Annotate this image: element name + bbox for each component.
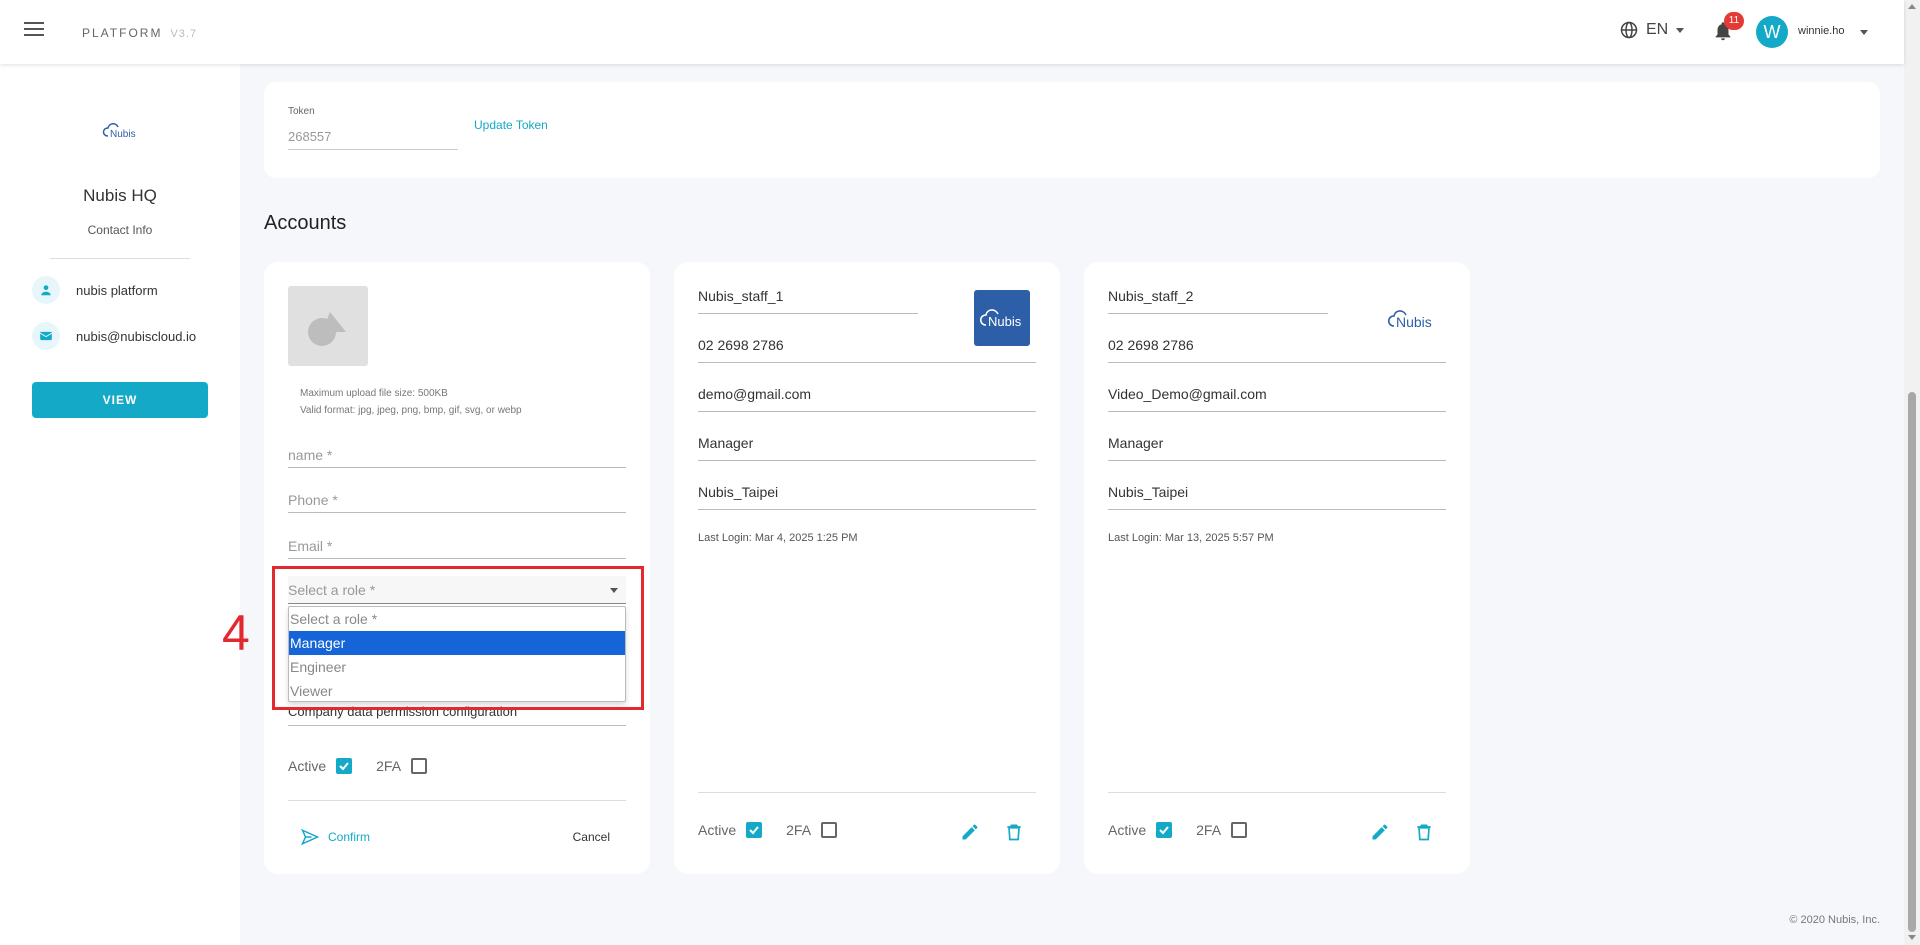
role-option[interactable]: Engineer: [289, 655, 625, 679]
contact-email-row: nubis@nubiscloud.io: [32, 322, 196, 350]
twofa-checkbox[interactable]: [1231, 822, 1248, 838]
phone-input[interactable]: [288, 487, 626, 513]
brand: PLATFORM V3.7: [82, 26, 198, 40]
account-email[interactable]: demo@gmail.com: [698, 386, 1036, 412]
account-card: Nubis_staff_2 Nubis 02 2698 2786 Video_D…: [1084, 262, 1470, 874]
footer-copyright: © 2020 Nubis, Inc.: [1789, 914, 1880, 926]
last-login: Last Login: Mar 4, 2025 1:25 PM: [698, 532, 858, 544]
role-option[interactable]: Select a role *: [289, 607, 625, 631]
notification-badge: 11: [1724, 12, 1744, 30]
account-role[interactable]: Manager: [1108, 435, 1446, 461]
account-card: Nubis_staff_1 Nubis 02 2698 2786 demo@gm…: [674, 262, 1060, 874]
token-label: Token: [288, 106, 315, 117]
twofa-checkbox[interactable]: [411, 758, 428, 774]
trash-icon[interactable]: [1414, 822, 1434, 842]
account-location[interactable]: Nubis_Taipei: [1108, 484, 1446, 510]
company-logo: Nubis: [102, 123, 136, 140]
contact-name: nubis platform: [76, 282, 158, 298]
twofa-label: 2FA: [786, 822, 812, 838]
scroll-up-arrow-icon[interactable]: [1908, 4, 1916, 9]
language-selector[interactable]: EN: [1620, 21, 1685, 39]
edit-icon[interactable]: [960, 822, 980, 842]
annotation-step-number: 4: [222, 605, 250, 661]
globe-icon: [1620, 21, 1638, 39]
account-phone[interactable]: 02 2698 2786: [698, 337, 1036, 363]
last-login: Last Login: Mar 13, 2025 5:57 PM: [1108, 532, 1274, 544]
token-card: Token Update Token: [264, 82, 1880, 178]
upload-format-hint: Valid format: jpg, jpeg, png, bmp, gif, …: [300, 405, 522, 416]
account-role[interactable]: Manager: [698, 435, 1036, 461]
top-bar: PLATFORM V3.7 EN 11 W winnie.ho: [0, 0, 1904, 64]
check-icon: [749, 826, 759, 835]
active-label: Active: [698, 822, 737, 838]
mail-icon: [32, 322, 60, 350]
account-logo-text: Nubis: [1396, 314, 1432, 330]
upload-size-hint: Maximum upload file size: 500KB: [300, 388, 448, 399]
divider: [288, 800, 626, 801]
company-name: Nubis HQ: [83, 186, 157, 205]
new-account-card: Maximum upload file size: 500KB Valid fo…: [264, 262, 650, 874]
language-label: EN: [1646, 21, 1669, 38]
check-icon: [339, 762, 349, 771]
check-icon: [1159, 826, 1169, 835]
status-checkboxes: Active 2FA: [698, 822, 861, 838]
email-input[interactable]: [288, 533, 626, 559]
active-label: Active: [1108, 822, 1147, 838]
update-token-button[interactable]: Update Token: [474, 118, 548, 132]
scroll-down-arrow-icon[interactable]: [1908, 935, 1916, 940]
account-email[interactable]: Video_Demo@gmail.com: [1108, 386, 1446, 412]
confirm-button[interactable]: Confirm: [300, 828, 370, 846]
divider: [698, 792, 1036, 793]
divider: [1108, 792, 1446, 793]
role-option[interactable]: Viewer: [289, 679, 625, 703]
twofa-checkbox[interactable]: [821, 822, 838, 838]
trash-icon[interactable]: [1004, 822, 1024, 842]
divider: [50, 258, 190, 259]
role-dropdown: Select a role * Manager Engineer Viewer: [288, 606, 626, 702]
role-select-value: Select a role *: [288, 582, 376, 598]
company-permission-field[interactable]: Company data permission configuration: [288, 704, 626, 726]
person-icon: [32, 276, 60, 304]
name-input[interactable]: [288, 442, 626, 468]
account-phone[interactable]: 02 2698 2786: [1108, 337, 1446, 363]
active-checkbox[interactable]: [1156, 822, 1173, 838]
role-select[interactable]: Select a role *: [288, 576, 626, 604]
role-option-selected[interactable]: Manager: [289, 631, 625, 655]
user-menu-chevron-icon[interactable]: [1860, 30, 1868, 35]
active-checkbox[interactable]: [746, 822, 763, 838]
edit-icon[interactable]: [1370, 822, 1390, 842]
chevron-down-icon: [610, 588, 618, 593]
confirm-label: Confirm: [328, 830, 371, 844]
token-input[interactable]: [288, 124, 458, 150]
username[interactable]: winnie.ho: [1798, 25, 1844, 37]
avatar[interactable]: W: [1756, 16, 1788, 48]
accounts-title: Accounts: [264, 212, 347, 234]
status-checkboxes: Active 2FA: [1108, 822, 1271, 838]
scrollbar[interactable]: [1904, 0, 1920, 945]
active-checkbox[interactable]: [336, 758, 353, 774]
account-name[interactable]: Nubis_staff_1: [698, 288, 918, 314]
status-checkboxes: Active 2FA: [288, 758, 451, 774]
scroll-thumb[interactable]: [1908, 392, 1916, 932]
active-label: Active: [288, 758, 327, 774]
account-logo: Nubis: [1387, 310, 1432, 330]
cancel-button[interactable]: Cancel: [573, 830, 610, 844]
version-label: V3.7: [170, 28, 198, 40]
company-logo-text: Nubis: [110, 129, 136, 140]
account-location[interactable]: Nubis_Taipei: [698, 484, 1036, 510]
twofa-label: 2FA: [376, 758, 402, 774]
account-logo-text: Nubis: [988, 314, 1022, 329]
account-name[interactable]: Nubis_staff_2: [1108, 288, 1328, 314]
twofa-label: 2FA: [1196, 822, 1222, 838]
view-button[interactable]: VIEW: [32, 382, 208, 418]
send-icon: [301, 828, 320, 846]
menu-icon[interactable]: [24, 22, 44, 40]
chevron-down-icon: [1676, 27, 1685, 33]
contact-info-title: Contact Info: [87, 223, 153, 237]
contact-person: nubis platform: [32, 276, 158, 304]
sidebar: Nubis Nubis HQ Contact Info nubis platfo…: [0, 64, 240, 945]
contact-email: nubis@nubiscloud.io: [76, 328, 197, 344]
image-upload[interactable]: [288, 286, 368, 366]
image-placeholder-icon: [308, 312, 346, 346]
